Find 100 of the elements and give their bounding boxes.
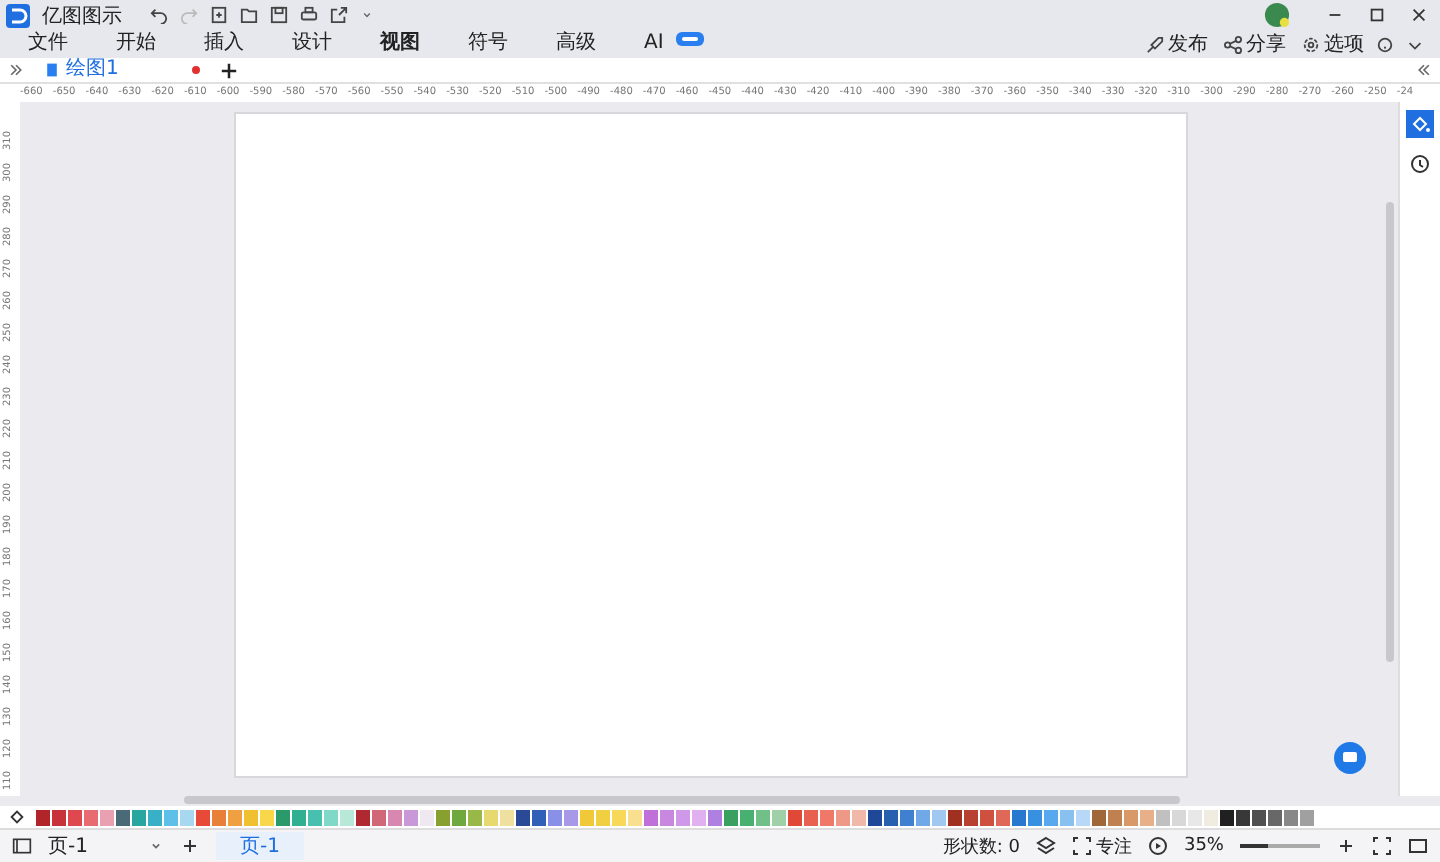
page-tab[interactable]: 页-1 bbox=[216, 832, 304, 860]
color-swatch[interactable] bbox=[228, 809, 242, 825]
save-icon[interactable] bbox=[270, 6, 288, 24]
fit-page-icon[interactable] bbox=[1372, 836, 1392, 856]
color-swatch[interactable] bbox=[1092, 809, 1106, 825]
color-swatch[interactable] bbox=[932, 809, 946, 825]
color-swatch[interactable] bbox=[788, 809, 802, 825]
color-swatch[interactable] bbox=[436, 809, 450, 825]
expand-panel-icon[interactable] bbox=[8, 62, 24, 78]
toolbar-action[interactable]: 发布 bbox=[1146, 30, 1208, 58]
color-swatch[interactable] bbox=[484, 809, 498, 825]
menu-tab[interactable]: 高级 bbox=[556, 32, 644, 56]
color-swatch[interactable] bbox=[1284, 809, 1298, 825]
color-swatch[interactable] bbox=[1076, 809, 1090, 825]
color-swatch[interactable] bbox=[1140, 809, 1154, 825]
menu-tab[interactable]: 视图 bbox=[380, 32, 468, 56]
color-swatch[interactable] bbox=[804, 809, 818, 825]
chat-bubble-icon[interactable] bbox=[1334, 742, 1366, 774]
toolbar-action[interactable]: 选项 bbox=[1302, 30, 1364, 58]
color-swatch[interactable] bbox=[1268, 809, 1282, 825]
menu-tab[interactable]: 符号 bbox=[468, 32, 556, 56]
color-swatch[interactable] bbox=[724, 809, 738, 825]
menu-tab[interactable]: AI bbox=[644, 32, 732, 56]
undo-icon[interactable] bbox=[150, 6, 168, 24]
document-tab[interactable]: 绘图1 bbox=[36, 58, 208, 82]
maximize-icon[interactable] bbox=[1368, 6, 1386, 24]
color-swatch[interactable] bbox=[1060, 809, 1074, 825]
menu-tab[interactable]: 开始 bbox=[116, 32, 204, 56]
color-swatch[interactable] bbox=[1188, 809, 1202, 825]
color-swatch[interactable] bbox=[68, 809, 82, 825]
fullscreen-icon[interactable] bbox=[1408, 836, 1428, 856]
toolbar-action[interactable]: 分享 bbox=[1224, 30, 1286, 58]
color-swatch[interactable] bbox=[756, 809, 770, 825]
color-swatch[interactable] bbox=[500, 809, 514, 825]
add-page-icon[interactable] bbox=[180, 836, 200, 856]
color-swatch[interactable] bbox=[580, 809, 594, 825]
color-swatch[interactable] bbox=[260, 809, 274, 825]
color-swatch[interactable] bbox=[468, 809, 482, 825]
color-swatch[interactable] bbox=[1252, 809, 1266, 825]
color-swatch[interactable] bbox=[84, 809, 98, 825]
page-layout-icon[interactable] bbox=[12, 836, 32, 856]
color-swatch[interactable] bbox=[996, 809, 1010, 825]
color-swatch[interactable] bbox=[852, 809, 866, 825]
help-icon[interactable] bbox=[1376, 35, 1394, 53]
color-swatch[interactable] bbox=[1236, 809, 1250, 825]
color-swatch[interactable] bbox=[356, 809, 370, 825]
color-swatch[interactable] bbox=[1012, 809, 1026, 825]
fill-icon[interactable] bbox=[1406, 110, 1434, 138]
color-swatch[interactable] bbox=[180, 809, 194, 825]
color-swatch[interactable] bbox=[308, 809, 322, 825]
color-swatch[interactable] bbox=[516, 809, 530, 825]
color-swatch[interactable] bbox=[1108, 809, 1122, 825]
layers-icon[interactable] bbox=[1035, 836, 1056, 856]
color-swatch[interactable] bbox=[980, 809, 994, 825]
color-swatch[interactable] bbox=[660, 809, 674, 825]
color-swatch[interactable] bbox=[836, 809, 850, 825]
color-swatch[interactable] bbox=[676, 809, 690, 825]
color-swatch[interactable] bbox=[1028, 809, 1042, 825]
menu-tab[interactable]: 文件 bbox=[28, 32, 116, 56]
close-icon[interactable] bbox=[1410, 6, 1428, 24]
color-swatch[interactable] bbox=[772, 809, 786, 825]
color-swatch[interactable] bbox=[212, 809, 226, 825]
color-swatch[interactable] bbox=[1204, 809, 1218, 825]
color-swatch[interactable] bbox=[244, 809, 258, 825]
color-swatch[interactable] bbox=[708, 809, 722, 825]
scrollbar-thumb[interactable] bbox=[1386, 202, 1394, 662]
color-swatch[interactable] bbox=[532, 809, 546, 825]
color-swatch[interactable] bbox=[948, 809, 962, 825]
color-swatch[interactable] bbox=[692, 809, 706, 825]
color-swatch[interactable] bbox=[868, 809, 882, 825]
avatar-icon[interactable] bbox=[1264, 2, 1290, 28]
color-swatch[interactable] bbox=[1124, 809, 1138, 825]
color-swatch[interactable] bbox=[196, 809, 210, 825]
color-swatch[interactable] bbox=[148, 809, 162, 825]
color-swatch[interactable] bbox=[884, 809, 898, 825]
zoom-in-icon[interactable] bbox=[1336, 836, 1356, 856]
focus-button[interactable]: 专注 bbox=[1071, 833, 1132, 859]
history-icon[interactable] bbox=[1406, 150, 1434, 178]
folder-icon[interactable] bbox=[240, 6, 258, 24]
color-swatch[interactable] bbox=[292, 809, 306, 825]
color-swatch[interactable] bbox=[1156, 809, 1170, 825]
new-file-icon[interactable] bbox=[210, 6, 228, 24]
color-swatch[interactable] bbox=[132, 809, 146, 825]
color-swatch[interactable] bbox=[628, 809, 642, 825]
print-icon[interactable] bbox=[300, 6, 318, 24]
color-swatch[interactable] bbox=[740, 809, 754, 825]
scrollbar-thumb[interactable] bbox=[184, 796, 1180, 804]
color-swatch[interactable] bbox=[1172, 809, 1186, 825]
color-swatch[interactable] bbox=[36, 809, 50, 825]
play-icon[interactable] bbox=[1147, 836, 1168, 856]
color-swatch[interactable] bbox=[340, 809, 354, 825]
color-swatch[interactable] bbox=[276, 809, 290, 825]
menu-tab[interactable]: 插入 bbox=[204, 32, 292, 56]
color-swatch[interactable] bbox=[372, 809, 386, 825]
color-swatch[interactable] bbox=[564, 809, 578, 825]
collapse-panel-icon[interactable] bbox=[1416, 62, 1432, 78]
color-swatch[interactable] bbox=[820, 809, 834, 825]
color-swatch[interactable] bbox=[116, 809, 130, 825]
color-swatch[interactable] bbox=[52, 809, 66, 825]
menu-tab[interactable]: 设计 bbox=[292, 32, 380, 56]
